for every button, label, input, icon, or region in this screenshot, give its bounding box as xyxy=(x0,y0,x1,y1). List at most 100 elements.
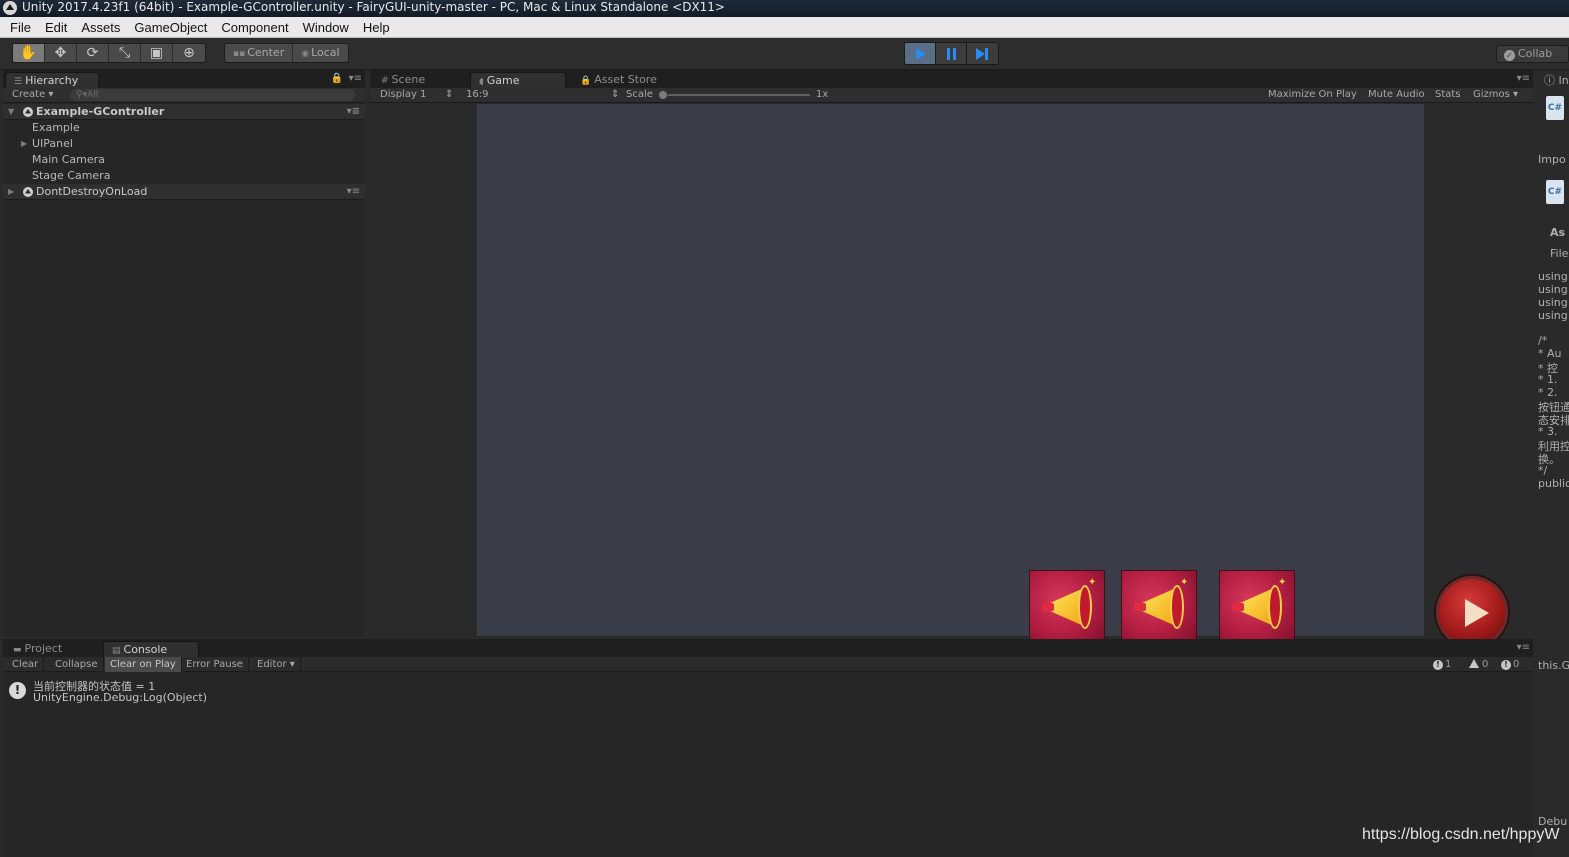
game-viewport: ✦ ✦ ✦ xyxy=(477,104,1508,648)
game-panel: # Scene ◖ Game 🔒 Asset Store ▾≡ Display 1 ⇕… xyxy=(370,70,1533,648)
clear-button[interactable]: Clear xyxy=(7,657,45,672)
menu-help[interactable]: Help xyxy=(356,20,397,35)
log-detail-line: this.G xyxy=(1538,659,1569,672)
expand-arrow-icon[interactable]: ▼ xyxy=(8,104,14,120)
tab-console[interactable]: ▤ Console xyxy=(103,641,199,657)
display-dropdown[interactable]: Display 1 xyxy=(380,88,426,102)
step-icon xyxy=(976,48,988,60)
megaphone-handle xyxy=(1042,603,1054,611)
tab-hierarchy[interactable]: ☰ Hierarchy xyxy=(5,72,99,88)
display-arrow-icon: ⇕ xyxy=(445,89,454,100)
tab-asset-store[interactable]: 🔒 Asset Store xyxy=(572,72,682,88)
expand-arrow-icon[interactable]: ▶ xyxy=(8,184,14,200)
scene-icon xyxy=(23,187,33,197)
tab-console-label: Console xyxy=(123,643,168,656)
rect-tool-button[interactable]: ▣ xyxy=(141,44,173,62)
hierarchy-item[interactable]: ▶ UIPanel xyxy=(3,136,365,152)
aspect-dropdown[interactable]: 16:9 xyxy=(466,88,488,102)
hierarchy-item[interactable]: Example xyxy=(3,120,365,136)
step-button[interactable] xyxy=(967,43,998,64)
megaphone-mouth xyxy=(1268,585,1282,629)
clear-on-play-button[interactable]: Clear on Play xyxy=(105,657,182,672)
tab-scene[interactable]: # Scene xyxy=(373,72,465,88)
scale-tool-button[interactable]: ⤡ xyxy=(109,44,141,62)
warning-count-toggle[interactable]: 0 xyxy=(1465,657,1492,672)
game-play-button[interactable] xyxy=(1436,576,1508,648)
play-button[interactable] xyxy=(905,43,936,64)
error-icon: ! xyxy=(1501,660,1511,670)
collab-button[interactable]: ✓ Collab xyxy=(1496,45,1569,63)
megaphone-button[interactable]: ✦ xyxy=(1121,570,1197,646)
tab-project[interactable]: ▬ Project xyxy=(5,641,97,657)
panel-menu-icon[interactable]: ▾≡ xyxy=(1517,642,1530,653)
create-dropdown[interactable]: Create ▾ xyxy=(12,88,53,102)
tab-scene-label: Scene xyxy=(391,73,426,86)
lock-icon[interactable]: 🔒 xyxy=(331,73,343,84)
pivot-center-button[interactable]: ▪▪ Center xyxy=(225,44,294,62)
scene-row-dontdestroyonload[interactable]: ▶ DontDestroyOnLoad ▾≡ xyxy=(3,184,365,200)
error-count-toggle[interactable]: ! 0 xyxy=(1497,657,1523,672)
aspect-arrow-icon: ⇕ xyxy=(611,89,620,100)
hierarchy-item[interactable]: Main Camera xyxy=(3,152,365,168)
hand-tool-button[interactable]: ✋ xyxy=(13,44,45,62)
scale-slider-track[interactable] xyxy=(662,94,810,96)
editor-dropdown[interactable]: Editor ▾ xyxy=(252,657,301,672)
collapse-button[interactable]: Collapse xyxy=(50,657,104,672)
hierarchy-item-label: Example xyxy=(32,121,80,134)
megaphone-button[interactable]: ✦ xyxy=(1219,570,1295,646)
display-label: Display 1 xyxy=(380,89,427,100)
pivot-local-button[interactable]: ◉ Local xyxy=(293,44,347,62)
store-icon: 🔒 xyxy=(580,76,592,86)
code-line: using xyxy=(1538,296,1568,309)
scene-menu-icon[interactable]: ▾≡ xyxy=(347,104,360,120)
stats-toggle[interactable]: Stats xyxy=(1435,88,1461,102)
scene-menu-icon[interactable]: ▾≡ xyxy=(347,184,360,200)
tab-game[interactable]: ◖ Game xyxy=(470,72,566,88)
scene-icon xyxy=(23,107,33,117)
panel-menu-icon[interactable]: ▾≡ xyxy=(1517,73,1530,84)
maximize-on-play-toggle[interactable]: Maximize On Play xyxy=(1268,88,1357,102)
menu-gameobject[interactable]: GameObject xyxy=(127,20,214,35)
editor-label: Editor xyxy=(257,659,287,670)
pivot-toggles: ▪▪ Center ◉ Local xyxy=(224,43,349,63)
code-line: * 2. xyxy=(1538,386,1558,399)
hierarchy-item-label: UIPanel xyxy=(32,137,73,150)
sparkle-icon: ✦ xyxy=(1088,577,1097,588)
error-pause-button[interactable]: Error Pause xyxy=(181,657,249,672)
code-line: using xyxy=(1538,270,1568,283)
menu-edit[interactable]: Edit xyxy=(38,20,74,35)
hierarchy-item[interactable]: Stage Camera xyxy=(3,168,365,184)
panel-menu-icon[interactable]: ▾≡ xyxy=(349,73,362,84)
info-count-toggle[interactable]: ! 1 xyxy=(1429,657,1455,672)
menu-file[interactable]: File xyxy=(3,20,38,35)
megaphone-button[interactable]: ✦ xyxy=(1029,570,1105,646)
rotate-tool-button[interactable]: ⟳ xyxy=(77,44,109,62)
hierarchy-item-label: Stage Camera xyxy=(32,169,111,182)
code-line: using xyxy=(1538,283,1568,296)
scale-slider-knob[interactable] xyxy=(658,90,668,100)
pause-button[interactable] xyxy=(936,43,967,64)
menu-window[interactable]: Window xyxy=(296,20,356,35)
pivot-label: Center xyxy=(247,46,285,59)
expand-arrow-icon[interactable]: ▶ xyxy=(21,136,27,152)
collab-label: Collab xyxy=(1518,47,1553,60)
hierarchy-search-input[interactable]: ⚲▾All xyxy=(70,89,355,101)
move-tool-button[interactable]: ✥ xyxy=(45,44,77,62)
sparkle-icon: ✦ xyxy=(1278,577,1287,588)
transform-tool-button[interactable]: ⊕ xyxy=(173,44,205,62)
megaphone-handle xyxy=(1134,603,1146,611)
game-toolbar: Display 1 ⇕ 16:9 ⇕ Scale 1x Maximize On … xyxy=(370,88,1533,103)
inspector-tab[interactable]: ⓘ In xyxy=(1544,72,1569,88)
menu-assets[interactable]: Assets xyxy=(74,20,127,35)
aspect-label: 16:9 xyxy=(466,89,489,100)
scene-row-example-gcontroller[interactable]: ▼ Example-GController ▾≡ xyxy=(3,104,365,120)
menu-component[interactable]: Component xyxy=(214,20,295,35)
mute-audio-toggle[interactable]: Mute Audio xyxy=(1368,88,1425,102)
code-line: * 3. xyxy=(1538,425,1558,438)
transform-tools: ✋ ✥ ⟳ ⤡ ▣ ⊕ xyxy=(12,43,206,63)
console-panel: ▬ Project ▤ Console ▾≡ Clear Collapse Clea… xyxy=(3,639,1533,857)
play-controls xyxy=(904,42,999,65)
csharp-script-icon: C# xyxy=(1546,180,1564,204)
gizmos-dropdown[interactable]: Gizmos ▾ xyxy=(1473,88,1518,102)
hierarchy-toolbar: Create ▾ ⚲▾All xyxy=(3,88,365,103)
